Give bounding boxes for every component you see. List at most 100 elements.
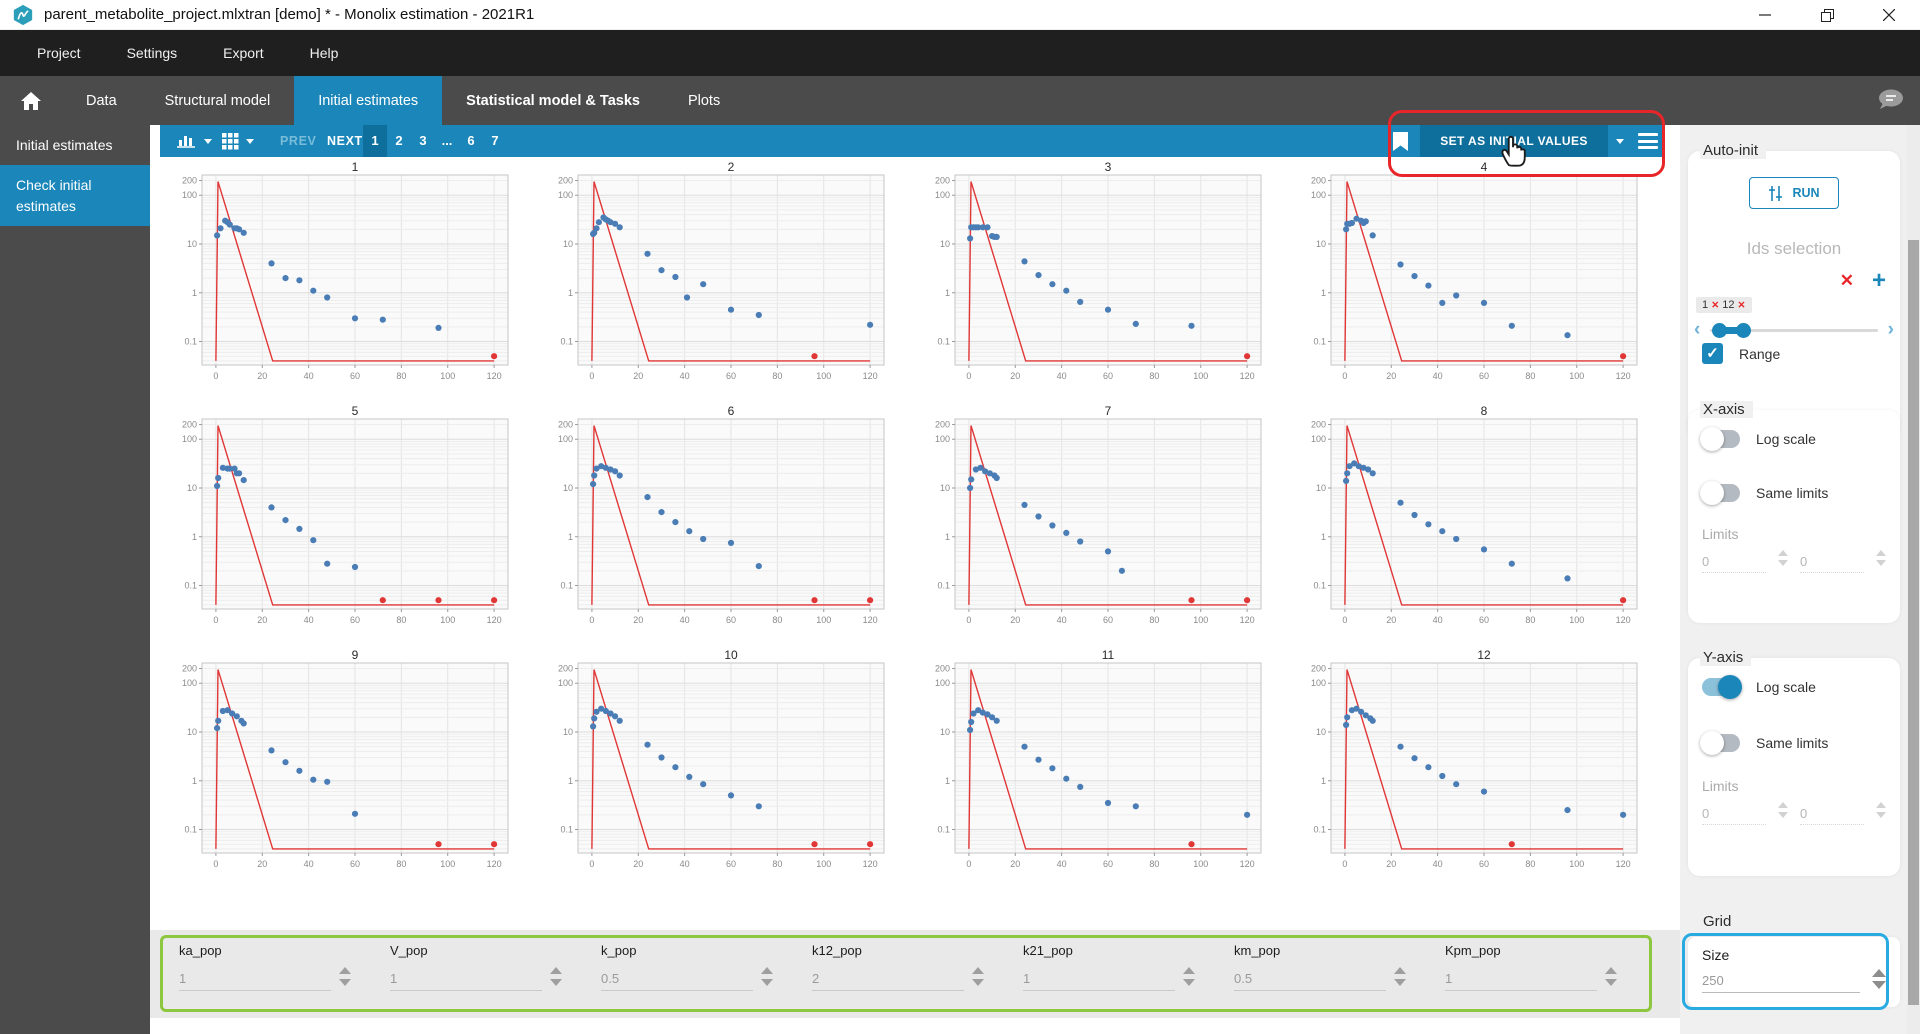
param-spinner[interactable] bbox=[550, 967, 562, 986]
param-spinner[interactable] bbox=[1183, 967, 1195, 986]
add-ids-icon[interactable] bbox=[1872, 272, 1886, 290]
menu-item-settings[interactable]: Settings bbox=[104, 30, 201, 76]
y-log-scale-toggle[interactable] bbox=[1702, 675, 1742, 699]
slider-right-chevron-icon[interactable] bbox=[1888, 319, 1894, 341]
svg-text:40: 40 bbox=[304, 859, 314, 869]
page-button-3[interactable]: 3 bbox=[411, 125, 435, 157]
slider-handle-min[interactable] bbox=[1712, 323, 1727, 338]
page-button-7[interactable]: 7 bbox=[483, 125, 507, 157]
param-value-input[interactable]: 0.5 bbox=[1234, 971, 1386, 991]
x-limit-max-spinner[interactable] bbox=[1876, 550, 1886, 566]
y-limit-max-spinner[interactable] bbox=[1876, 802, 1886, 818]
tab-initial-estimates[interactable]: Initial estimates bbox=[294, 76, 443, 125]
svg-text:40: 40 bbox=[304, 371, 314, 381]
remove-id-icon[interactable] bbox=[1738, 300, 1746, 311]
tab-statistical-model-tasks[interactable]: Statistical model & Tasks bbox=[442, 76, 664, 125]
prev-button[interactable]: PREV bbox=[280, 125, 316, 157]
tabbar: Data Structural model Initial estimates Sta… bbox=[0, 76, 1920, 125]
page-button-1[interactable]: 1 bbox=[363, 125, 387, 157]
layout-caret[interactable] bbox=[246, 125, 254, 157]
param-name: Kpm_pop bbox=[1445, 943, 1501, 958]
spinner-down-icon[interactable] bbox=[972, 979, 984, 986]
svg-text:20: 20 bbox=[1386, 371, 1396, 381]
svg-text:60: 60 bbox=[1103, 615, 1113, 625]
param-spinner[interactable] bbox=[761, 967, 773, 986]
spinner-up-icon[interactable] bbox=[761, 967, 773, 974]
param-value-input[interactable]: 1 bbox=[390, 971, 542, 991]
param-name: k12_pop bbox=[812, 943, 862, 958]
param-value-input[interactable]: 1 bbox=[179, 971, 331, 991]
ids-range-slider[interactable] bbox=[1694, 321, 1894, 339]
param-value-input[interactable]: 2 bbox=[812, 971, 964, 991]
panel-scrollbar[interactable] bbox=[1907, 125, 1920, 1034]
param-spinner[interactable] bbox=[1605, 967, 1617, 986]
clear-ids-icon[interactable] bbox=[1840, 271, 1854, 291]
layout-button[interactable] bbox=[222, 125, 239, 157]
menu-item-help[interactable]: Help bbox=[287, 30, 362, 76]
x-limit-max-input[interactable]: 0 bbox=[1800, 554, 1864, 573]
svg-text:0.1: 0.1 bbox=[937, 825, 950, 835]
plot-menu-button[interactable] bbox=[1638, 125, 1658, 157]
slider-left-chevron-icon[interactable] bbox=[1694, 319, 1700, 341]
chat-icon[interactable] bbox=[1874, 88, 1906, 112]
y-limit-max-input[interactable]: 0 bbox=[1800, 806, 1864, 825]
menu-item-project[interactable]: Project bbox=[14, 30, 104, 76]
remove-id-icon[interactable] bbox=[1711, 300, 1719, 311]
sidebar-item-check-initial-estimates[interactable]: Check initial estimates bbox=[0, 165, 150, 226]
spinner-up-icon[interactable] bbox=[1183, 967, 1195, 974]
plot-type-caret[interactable] bbox=[204, 125, 212, 157]
minimize-button[interactable] bbox=[1734, 0, 1796, 30]
svg-text:120: 120 bbox=[1239, 371, 1254, 381]
param-value-input[interactable]: 0.5 bbox=[601, 971, 753, 991]
plot-type-button[interactable] bbox=[176, 125, 196, 157]
x-log-scale-toggle[interactable] bbox=[1700, 427, 1740, 451]
y-limit-min-spinner[interactable] bbox=[1778, 802, 1788, 818]
spinner-up-icon[interactable] bbox=[339, 967, 351, 974]
param-value-input[interactable]: 1 bbox=[1023, 971, 1175, 991]
bookmark-button[interactable] bbox=[1393, 125, 1408, 157]
spinner-up-icon[interactable] bbox=[550, 967, 562, 974]
x-limit-min-spinner[interactable] bbox=[1778, 550, 1788, 566]
sidebar-item-initial-estimates[interactable]: Initial estimates bbox=[0, 125, 150, 165]
x-limit-min-input[interactable]: 0 bbox=[1702, 554, 1766, 573]
x-same-limits-toggle[interactable] bbox=[1700, 481, 1740, 505]
svg-text:60: 60 bbox=[350, 859, 360, 869]
grid-size-input[interactable]: 250 bbox=[1702, 973, 1860, 993]
page-button-2[interactable]: 2 bbox=[387, 125, 411, 157]
y-same-limits-toggle[interactable] bbox=[1700, 731, 1740, 755]
spinner-up-icon[interactable] bbox=[1605, 967, 1617, 974]
spinner-down-icon[interactable] bbox=[1394, 979, 1406, 986]
param-spinner[interactable] bbox=[1394, 967, 1406, 986]
slider-handle-max[interactable] bbox=[1736, 323, 1751, 338]
param-spinner[interactable] bbox=[339, 967, 351, 986]
spinner-up-icon[interactable] bbox=[1394, 967, 1406, 974]
tab-plots[interactable]: Plots bbox=[664, 76, 744, 125]
menu-item-export[interactable]: Export bbox=[200, 30, 286, 76]
param-value-input[interactable]: 1 bbox=[1445, 971, 1597, 991]
spinner-down-icon[interactable] bbox=[550, 979, 562, 986]
spinner-down-icon[interactable] bbox=[339, 979, 351, 986]
spinner-down-icon[interactable] bbox=[1605, 979, 1617, 986]
range-checkbox[interactable] bbox=[1702, 343, 1723, 364]
scrollbar-thumb[interactable] bbox=[1908, 240, 1919, 1005]
spinner-down-icon[interactable] bbox=[761, 979, 773, 986]
ids-range-tag[interactable]: 1 12 bbox=[1696, 297, 1752, 313]
svg-text:10: 10 bbox=[1316, 727, 1326, 737]
auto-init-title: Auto-init bbox=[1700, 142, 1767, 159]
param-name: k21_pop bbox=[1023, 943, 1073, 958]
set-values-caret[interactable] bbox=[1616, 125, 1624, 157]
spinner-up-icon[interactable] bbox=[972, 967, 984, 974]
tab-data[interactable]: Data bbox=[62, 76, 141, 125]
home-tab[interactable] bbox=[0, 76, 62, 125]
run-button[interactable]: RUN bbox=[1749, 177, 1839, 209]
close-button[interactable] bbox=[1858, 0, 1920, 30]
param-spinner[interactable] bbox=[972, 967, 984, 986]
window-title: parent_metabolite_project.mlxtran [demo]… bbox=[44, 6, 535, 23]
y-limit-min-input[interactable]: 0 bbox=[1702, 806, 1766, 825]
tab-structural-model[interactable]: Structural model bbox=[141, 76, 295, 125]
page-button-6[interactable]: 6 bbox=[459, 125, 483, 157]
next-button[interactable]: NEXT bbox=[327, 125, 363, 157]
spinner-down-icon[interactable] bbox=[1183, 979, 1195, 986]
restore-button[interactable] bbox=[1796, 0, 1858, 30]
grid-size-spinner[interactable] bbox=[1872, 969, 1886, 989]
